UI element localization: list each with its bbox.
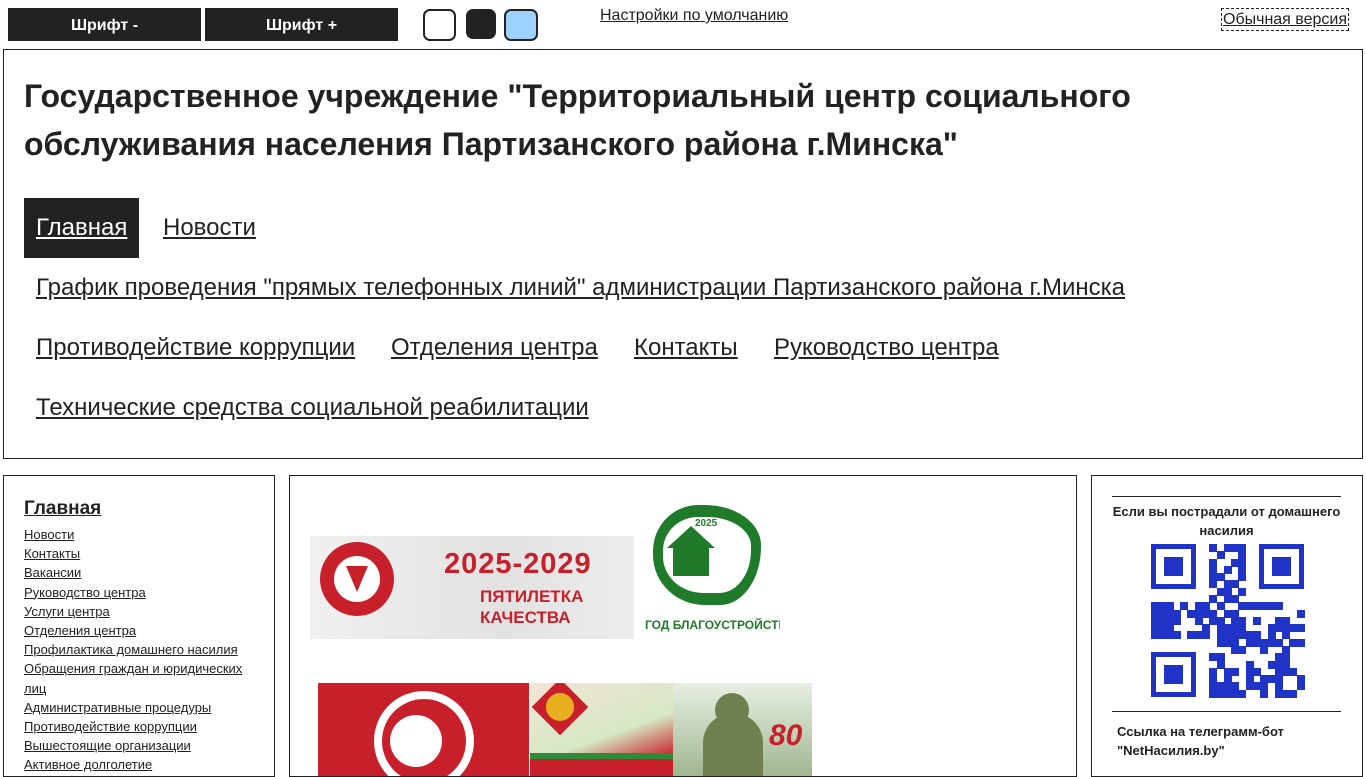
quality-five-year-banner[interactable]: 2025-2029 ПЯТИЛЕТКА КАЧЕСТВА [310, 536, 634, 639]
sidebar-item-active-longevity[interactable]: Активное долголетие [24, 757, 152, 772]
sidebar-item: Активное долголетие [24, 755, 249, 774]
qr-module [1216, 551, 1225, 560]
divider [1112, 496, 1341, 497]
qr-module [1238, 689, 1247, 698]
qr-module [1238, 573, 1247, 582]
qr-finder-icon [1151, 544, 1196, 589]
qr-module [1223, 565, 1232, 574]
domestic-violence-help-text: Если вы пострадали от домашнего насилия [1112, 504, 1341, 538]
nav-item-contacts[interactable]: Контакты [622, 318, 750, 378]
site-header: Государственное учреждение "Территориаль… [3, 49, 1363, 459]
qr-finder-icon [1151, 652, 1196, 697]
left-sidebar: Главная Новости Контакты Вакансии Руково… [3, 475, 275, 777]
qr-module [1296, 609, 1305, 618]
qr-module [1296, 624, 1305, 633]
qr-module [1238, 587, 1247, 596]
sidebar-item-departments[interactable]: Отделения центра [24, 623, 136, 638]
quality-line-1: ПЯТИЛЕТКА [480, 587, 584, 606]
sidebar-item: Услуги центра [24, 602, 249, 621]
qr-module [1172, 631, 1181, 640]
belarus-quality-banner[interactable] [318, 683, 529, 776]
page-title: Государственное учреждение "Территориаль… [24, 78, 1131, 162]
nav-item-home[interactable]: Главная [24, 198, 140, 258]
sidebar-item: Административные процедуры [24, 698, 249, 717]
qr-module [1172, 616, 1181, 625]
main-content: 2025-2029 ПЯТИЛЕТКА КАЧЕСТВА 2025 ГОД БЛ… [289, 475, 1077, 777]
qr-module [1296, 682, 1305, 691]
sidebar-item-contacts[interactable]: Контакты [24, 546, 80, 561]
normal-version-link[interactable]: Обычная версия [1221, 8, 1350, 31]
qr-module [1274, 602, 1283, 611]
qr-finder-icon [1259, 544, 1304, 589]
sidebar-item: Руководство центра [24, 583, 249, 602]
sidebar-item: Вакансии [24, 563, 249, 582]
sidebar-item: Вышестоящие организации [24, 736, 249, 755]
sidebar-item-violence-prevention[interactable]: Профилактика домашнего насилия [24, 642, 238, 657]
qr-code[interactable] [1151, 544, 1305, 698]
qr-module [1231, 667, 1240, 676]
qr-module [1260, 646, 1269, 654]
nav-item-management[interactable]: Руководство центра [762, 318, 1011, 378]
quality-line-2: КАЧЕСТВА [480, 608, 571, 627]
sidebar-item-news[interactable]: Новости [24, 527, 74, 542]
sidebar-item: Новости [24, 525, 249, 544]
improvement-caption: ГОД БЛАГОУСТРОЙСТВА [645, 618, 780, 632]
year-of-improvement-banner[interactable]: 2025 ГОД БЛАГОУСТРОЙСТВА [639, 500, 780, 641]
quality-mark-logo [320, 542, 394, 616]
qr-module [1296, 638, 1305, 647]
improvement-year: 2025 [695, 518, 718, 529]
divider [1112, 711, 1341, 712]
nav-item-hotline-schedule[interactable]: График проведения "прямых телефонных лин… [24, 258, 1137, 318]
sidebar-item-vacancies[interactable]: Вакансии [24, 565, 81, 580]
nav-item-departments[interactable]: Отделения центра [379, 318, 610, 378]
font-increase-button[interactable]: Шрифт + [205, 8, 398, 41]
accessibility-toolbar: Шрифт - Шрифт + Настройки по умолчанию О… [0, 0, 1366, 48]
sidebar-item: Контакты [24, 544, 249, 563]
qr-module [1238, 646, 1247, 654]
sidebar-item-services[interactable]: Услуги центра [24, 604, 110, 619]
qr-module [1253, 616, 1261, 625]
sidebar-item-admin-procedures[interactable]: Административные процедуры [24, 700, 211, 715]
qr-module [1202, 631, 1210, 640]
theme-black-button[interactable] [466, 9, 496, 39]
sidebar-item-appeals[interactable]: Обращения граждан и юридических лиц [24, 661, 242, 695]
victory-80-soldier-banner[interactable]: 80 [673, 683, 812, 776]
victory-number: 80 [769, 719, 803, 752]
sidebar-item-anti-corruption[interactable]: Противодействие коррупции [24, 719, 197, 734]
qr-module [1260, 689, 1269, 698]
sidebar-item: Противодействие коррупции [24, 717, 249, 736]
sidebar-item: Обращения граждан и юридических лиц [24, 659, 249, 697]
qr-module [1289, 689, 1298, 698]
nav-item-rehabilitation-aids[interactable]: Технические средства социальной реабилит… [24, 378, 601, 438]
nav-item-anti-corruption[interactable]: Противодействие коррупции [24, 318, 367, 378]
victory-80-banner[interactable] [530, 683, 673, 776]
sidebar-menu: Новости Контакты Вакансии Руководство це… [24, 525, 249, 775]
font-decrease-button[interactable]: Шрифт - [8, 8, 201, 41]
sidebar-item: Отделения центра [24, 621, 249, 640]
house-icon [667, 526, 715, 548]
theme-blue-button[interactable] [504, 9, 538, 41]
quality-years-text: 2025-2029 [444, 548, 592, 580]
sidebar-item-higher-organizations[interactable]: Вышестоящие организации [24, 738, 191, 753]
quality-mark-logo [374, 691, 474, 776]
default-settings-link[interactable]: Настройки по умолчанию [600, 7, 788, 25]
sidebar-item-management[interactable]: Руководство центра [24, 585, 146, 600]
sidebar-heading-home[interactable]: Главная [24, 498, 101, 520]
right-sidebar: Если вы пострадали от домашнего насилия … [1091, 475, 1363, 777]
sidebar-item: Профилактика домашнего насилия [24, 640, 249, 659]
nav-item-news[interactable]: Новости [151, 198, 268, 258]
theme-white-button[interactable] [423, 9, 456, 41]
telegram-bot-link-text[interactable]: Ссылка на телеграмм-бот "NetНасилия.by" [1117, 722, 1337, 760]
